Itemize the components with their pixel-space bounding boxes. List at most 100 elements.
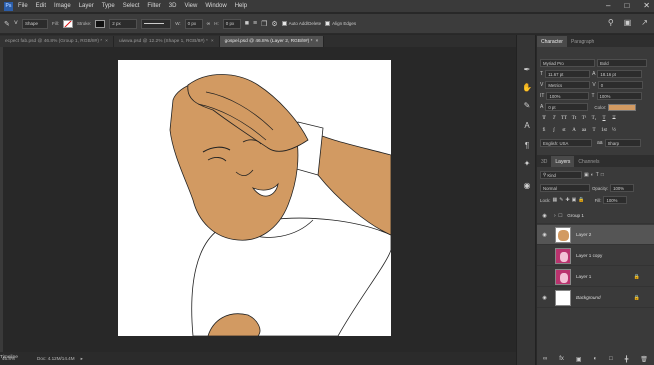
font-family-select[interactable]: Myriad Pro bbox=[540, 59, 595, 67]
menu-edit[interactable]: Edit bbox=[36, 3, 46, 9]
lock-image-icon[interactable]: ✎ bbox=[559, 197, 563, 203]
tracking-field[interactable]: 0 bbox=[597, 81, 643, 89]
doc-tab-1[interactable]: ecpect fab.psd @ 46.8% (Group 1, RGB/8#)… bbox=[0, 36, 114, 47]
baseline-field[interactable]: 0 pt bbox=[545, 103, 589, 111]
menu-layer[interactable]: Layer bbox=[79, 3, 94, 9]
menu-image[interactable]: Image bbox=[54, 3, 71, 9]
all-caps-button[interactable]: TT bbox=[560, 115, 568, 123]
lock-transparent-icon[interactable]: ▦ bbox=[553, 197, 558, 203]
subscript-button[interactable]: T₁ bbox=[590, 115, 598, 123]
stylistic-button[interactable]: A bbox=[570, 127, 578, 135]
path-alignment-icon[interactable]: ≡ bbox=[253, 20, 257, 27]
small-caps-button[interactable]: Tt bbox=[570, 115, 578, 123]
ordinals-button[interactable]: T bbox=[590, 127, 598, 135]
doc-tab-2[interactable]: uiwwa.psd @ 12.2% (Shape 1, RGB/8#) * × bbox=[113, 36, 220, 47]
filter-shape-icon[interactable]: □ bbox=[601, 172, 604, 178]
ligatures-button[interactable]: fi bbox=[540, 127, 548, 135]
adjustment-icon[interactable]: ◐ bbox=[594, 356, 598, 363]
menu-3d[interactable]: 3D bbox=[169, 3, 177, 9]
tab-character[interactable]: Character bbox=[537, 36, 567, 47]
menu-file[interactable]: File bbox=[18, 3, 28, 9]
kerning-field[interactable]: Metrics bbox=[545, 81, 591, 89]
menu-select[interactable]: Select bbox=[123, 3, 140, 9]
leading-field[interactable]: 18.16 pt bbox=[597, 70, 643, 78]
link-icon[interactable]: ∞ bbox=[207, 21, 211, 27]
status-arrow-icon[interactable]: ▸ bbox=[81, 356, 83, 362]
new-layer-icon[interactable]: ╋ bbox=[625, 356, 629, 363]
character-panel-icon[interactable]: A bbox=[521, 121, 533, 131]
brush-icon[interactable]: ✒ bbox=[521, 65, 533, 75]
document-canvas[interactable] bbox=[118, 60, 391, 336]
discretionary-button[interactable]: ʃ bbox=[550, 127, 558, 135]
auto-add-delete-checkbox[interactable]: Auto Add/Delete bbox=[281, 21, 321, 26]
visibility-eye-icon[interactable]: ◉ bbox=[540, 295, 549, 301]
close-tab-icon[interactable]: × bbox=[315, 39, 318, 44]
path-operations-icon[interactable]: ■ bbox=[245, 20, 249, 27]
menu-help[interactable]: Help bbox=[235, 3, 247, 9]
tab-paragraph[interactable]: Paragraph bbox=[567, 36, 598, 47]
vscale-field[interactable]: 100% bbox=[546, 92, 590, 100]
stroke-width-field[interactable]: 2 px bbox=[109, 18, 138, 29]
strikethrough-button[interactable]: T bbox=[610, 115, 618, 123]
font-size-field[interactable]: 11.67 pt bbox=[545, 70, 591, 78]
font-style-select[interactable]: Bold bbox=[597, 59, 647, 67]
settings-gear-icon[interactable]: ⚙ bbox=[271, 20, 277, 28]
menu-window[interactable]: Window bbox=[205, 3, 226, 9]
antialias-select[interactable]: Sharp bbox=[604, 139, 641, 147]
layer-kind-filter[interactable]: ⚲ Kind bbox=[540, 171, 582, 179]
chevron-down-icon[interactable]: ˅ bbox=[14, 20, 18, 27]
underline-button[interactable]: T bbox=[600, 115, 608, 123]
faux-italic-button[interactable]: T bbox=[550, 115, 558, 123]
layers-3d-icon[interactable]: ◉ bbox=[521, 181, 533, 191]
layer-row-background[interactable]: ◉ Background 🔒 bbox=[537, 288, 654, 308]
visibility-eye-icon[interactable]: ◉ bbox=[540, 232, 549, 238]
close-icon[interactable]: ✕ bbox=[643, 1, 650, 10]
new-group-icon[interactable]: □ bbox=[609, 356, 613, 363]
fractions-button[interactable]: 1st bbox=[600, 127, 608, 135]
chevron-right-icon[interactable]: › bbox=[554, 213, 556, 219]
height-field[interactable]: 0 px bbox=[222, 18, 241, 29]
filter-adjust-icon[interactable]: ◐ bbox=[591, 172, 594, 178]
minimize-icon[interactable]: – bbox=[606, 1, 610, 10]
stroke-swatch[interactable] bbox=[95, 19, 106, 28]
share-icon[interactable]: ↗ bbox=[641, 18, 648, 27]
menu-filter[interactable]: Filter bbox=[147, 3, 160, 9]
stroke-type-select[interactable] bbox=[141, 18, 172, 29]
restore-icon[interactable]: □ bbox=[624, 1, 629, 10]
tab-channels[interactable]: Channels bbox=[574, 156, 603, 167]
fill-swatch[interactable] bbox=[62, 19, 73, 28]
opacity-field[interactable]: 100% bbox=[610, 184, 635, 192]
fill-field[interactable]: 100% bbox=[603, 196, 628, 204]
language-select[interactable]: English: USA bbox=[540, 139, 592, 147]
timeline-label[interactable]: Timeline bbox=[0, 355, 18, 360]
blend-mode-select[interactable]: Normal bbox=[540, 184, 590, 192]
layer-row[interactable]: Layer 1 🔒 bbox=[537, 267, 654, 287]
paragraph-panel-icon[interactable]: ¶ bbox=[521, 141, 533, 151]
menu-type[interactable]: Type bbox=[102, 3, 115, 9]
shape-mode-select[interactable]: Shape bbox=[21, 18, 48, 29]
lock-artboard-icon[interactable]: ▣ bbox=[572, 197, 577, 203]
tab-layers[interactable]: Layers bbox=[551, 156, 575, 167]
titling-button[interactable]: aa bbox=[580, 127, 588, 135]
layer-row-group[interactable]: ◉ › □ Group 1 bbox=[537, 208, 654, 224]
tab-3d[interactable]: 3D bbox=[537, 156, 551, 167]
lock-all-icon[interactable]: 🔒 bbox=[578, 197, 584, 203]
close-tab-icon[interactable]: × bbox=[211, 39, 214, 44]
swash-button[interactable]: st bbox=[560, 127, 568, 135]
faux-bold-button[interactable]: T bbox=[540, 115, 548, 123]
history-brush-icon[interactable]: ✎ bbox=[521, 101, 533, 111]
search-icon[interactable]: ⚲ bbox=[608, 18, 614, 27]
path-arrangement-icon[interactable]: ❐ bbox=[261, 20, 267, 28]
hscale-field[interactable]: 100% bbox=[596, 92, 642, 100]
half-button[interactable]: ½ bbox=[610, 127, 618, 135]
pen-tool-icon[interactable]: ✎ bbox=[4, 20, 10, 28]
layer-row[interactable]: Layer 1 copy bbox=[537, 246, 654, 266]
menu-view[interactable]: View bbox=[184, 3, 197, 9]
workspace-icon[interactable]: ▣ bbox=[624, 18, 632, 27]
width-field[interactable]: 0 px bbox=[184, 18, 203, 29]
clone-brush-icon[interactable]: ✋ bbox=[521, 83, 533, 93]
mask-icon[interactable]: ▣ bbox=[576, 356, 582, 363]
tool-presets-icon[interactable]: ✦ bbox=[521, 159, 533, 169]
align-edges-checkbox[interactable]: Align Edges bbox=[325, 21, 356, 26]
superscript-button[interactable]: T¹ bbox=[580, 115, 588, 123]
